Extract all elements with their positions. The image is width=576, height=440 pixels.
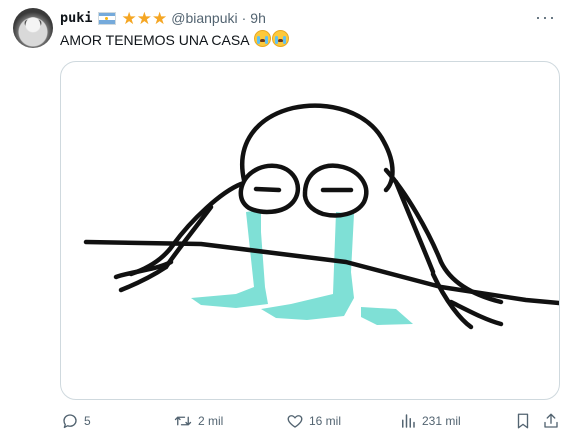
views-button[interactable]: 231 mil (399, 410, 461, 432)
avatar[interactable] (13, 8, 53, 48)
reply-count: 5 (84, 414, 91, 428)
share-button[interactable] (542, 410, 560, 432)
share-icon (544, 413, 558, 428)
star-icons: ★★★ (121, 8, 168, 28)
crying-character-drawing (83, 103, 559, 330)
heart-icon (287, 415, 303, 428)
tweet-text-content: AMOR TENEMOS UNA CASA (60, 32, 249, 48)
display-name[interactable]: puki (60, 8, 93, 28)
tweet[interactable]: puki ★★★ @bianpuki · 9h ··· AMOR TENEMOS… (0, 0, 576, 440)
retweet-count: 2 mil (198, 414, 224, 428)
crying-face-emoji-icon (271, 30, 289, 47)
views-icon (402, 414, 415, 428)
timestamp[interactable]: 9h (250, 8, 266, 28)
reply-button[interactable]: 5 (61, 410, 91, 432)
like-count: 16 mil (309, 414, 342, 428)
argentina-flag-icon (97, 11, 116, 25)
reply-icon (63, 414, 77, 429)
tweet-text: AMOR TENEMOS UNA CASA (60, 30, 289, 50)
retweet-button[interactable]: 2 mil (173, 410, 223, 432)
action-bar: 5 2 mil 16 mil 231 mil (58, 410, 558, 432)
crying-face-emoji-icon (253, 30, 271, 47)
bookmark-button[interactable] (514, 410, 532, 432)
bookmark-icon (517, 413, 529, 429)
user-handle[interactable]: @bianpuki (171, 8, 237, 28)
tweet-image[interactable] (60, 61, 560, 400)
more-icon[interactable]: ··· (535, 8, 556, 26)
tweet-header: puki ★★★ @bianpuki · 9h (60, 8, 266, 28)
retweet-icon (174, 416, 192, 426)
separator: · (241, 10, 247, 26)
tears-drawing (191, 210, 413, 325)
views-count: 231 mil (422, 414, 461, 428)
like-button[interactable]: 16 mil (286, 410, 341, 432)
